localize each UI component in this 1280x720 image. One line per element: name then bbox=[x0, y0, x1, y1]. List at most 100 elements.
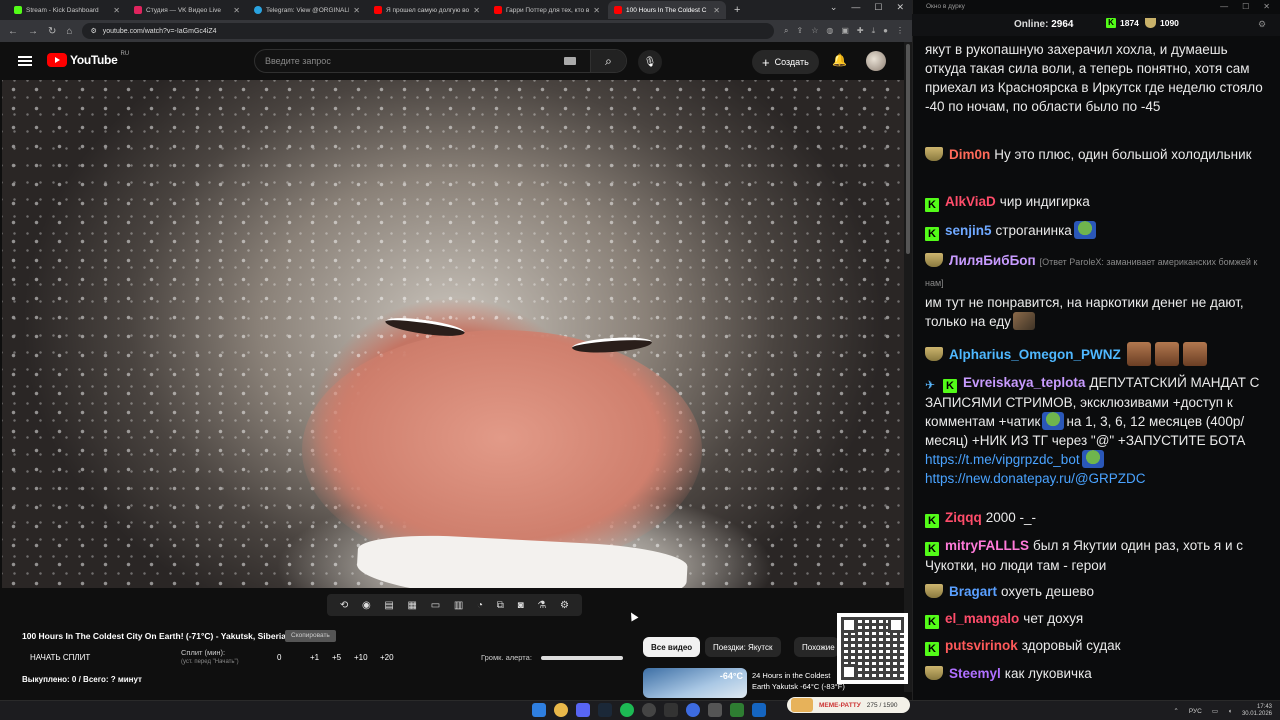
puzzle-icon[interactable]: ✚ bbox=[857, 26, 864, 36]
split-adjust-plus1[interactable]: +1 bbox=[310, 653, 319, 662]
scrollbar-thumb[interactable] bbox=[906, 44, 910, 254]
account-avatar[interactable] bbox=[866, 51, 886, 71]
maximize-icon[interactable]: ☐ bbox=[874, 2, 882, 13]
close-tab-icon[interactable]: ✕ bbox=[473, 6, 480, 15]
discord-icon[interactable] bbox=[576, 703, 590, 717]
chat-username[interactable]: el_mangalo bbox=[945, 611, 1019, 626]
donatepay-link[interactable]: https://new.donatepay.ru/@GRPZDC bbox=[925, 471, 1146, 486]
chat-username[interactable]: Dim0n bbox=[949, 147, 990, 162]
video-player[interactable] bbox=[2, 80, 904, 588]
youtube-logo[interactable]: YouTube RU bbox=[47, 51, 129, 67]
recommended-video-thumbnail[interactable]: -64°C bbox=[643, 668, 747, 698]
notifications-bell-icon[interactable]: 🔔 bbox=[832, 53, 847, 67]
gamepad-icon[interactable] bbox=[664, 703, 678, 717]
app-icon[interactable] bbox=[730, 703, 744, 717]
create-button[interactable]: + Создать bbox=[752, 50, 819, 74]
new-tab-button[interactable]: + bbox=[728, 4, 746, 16]
copy-badge[interactable]: Скопировать bbox=[285, 630, 336, 642]
recommended-video-title[interactable]: 24 Hours in the Coldest Earth Yakutsk -6… bbox=[752, 670, 847, 692]
network-icon[interactable]: ▭ bbox=[1212, 707, 1218, 715]
screenshot-icon[interactable]: ▤ bbox=[384, 600, 393, 611]
search-input[interactable] bbox=[255, 56, 564, 66]
tab-youtube-war[interactable]: Я прошел самую долгую войн ✕ bbox=[368, 1, 486, 19]
chat-username[interactable]: putsvirinok bbox=[945, 638, 1018, 653]
keyboard-icon[interactable] bbox=[564, 57, 576, 65]
search-button[interactable]: ⌕ bbox=[590, 50, 626, 72]
menu-dots-icon[interactable]: ⋮ bbox=[896, 26, 904, 36]
close-window-icon[interactable]: ✕ bbox=[1263, 2, 1270, 11]
steam-icon[interactable] bbox=[598, 703, 612, 717]
zoom-icon[interactable]: ⌕ bbox=[784, 26, 788, 36]
app-icon[interactable] bbox=[686, 703, 700, 717]
tab-kick-dashboard[interactable]: Stream - Kick Dashboard ✕ bbox=[8, 1, 126, 19]
split-adjust-plus20[interactable]: +20 bbox=[380, 653, 394, 662]
chat-username[interactable]: Steemyl bbox=[949, 666, 1001, 681]
split-adjust-plus5[interactable]: +5 bbox=[332, 653, 341, 662]
chat-username[interactable]: Bragart bbox=[949, 584, 997, 599]
chat-username[interactable]: Ziqqq bbox=[945, 510, 982, 525]
tab-youtube-potter[interactable]: Гарри Поттер для тех, кто вы ✕ bbox=[488, 1, 606, 19]
extension-icon[interactable]: ▣ bbox=[841, 26, 849, 36]
tab-telegram[interactable]: Telegram: View @ORGINALDAI✕ bbox=[248, 1, 366, 19]
reload-icon[interactable]: ↻ bbox=[48, 26, 56, 37]
chrome-icon[interactable] bbox=[554, 703, 568, 717]
telegram-bot-link[interactable]: https://t.me/vipgrpzdc_bot bbox=[925, 452, 1080, 467]
minimize-icon[interactable]: — bbox=[851, 2, 860, 13]
close-tab-icon[interactable]: ✕ bbox=[113, 6, 120, 15]
tab-youtube-yakutsk[interactable]: 100 Hours In The Coldest C ✕ bbox=[608, 1, 726, 19]
volume-icon[interactable]: ◖ bbox=[1228, 708, 1232, 715]
split-adjust-plus10[interactable]: +10 bbox=[354, 653, 368, 662]
address-bar[interactable]: ⚙ youtube.com/watch?v=-IaGmGc4iZ4 bbox=[82, 23, 774, 39]
theater-icon[interactable]: ▭ bbox=[431, 600, 440, 611]
page-scrollbar[interactable] bbox=[904, 42, 912, 692]
subtitles-icon[interactable]: ▥ bbox=[454, 600, 463, 611]
camera-icon[interactable]: ◙ bbox=[518, 600, 524, 611]
split-adjust-0[interactable]: 0 bbox=[277, 653, 281, 662]
gear-icon[interactable]: ⚙ bbox=[560, 600, 569, 611]
chat-username[interactable]: Evreiskaya_teplota bbox=[963, 375, 1085, 390]
back-arrow-icon[interactable]: ← bbox=[8, 26, 18, 37]
loop-icon[interactable]: ⟲ bbox=[340, 600, 348, 611]
voice-search-button[interactable]: 🎙 bbox=[638, 50, 662, 74]
clock[interactable]: 17:43 30.01.2026 bbox=[1242, 704, 1272, 718]
chat-username[interactable]: Alpharius_Omegon_PWNZ bbox=[949, 347, 1121, 362]
bookmark-star-icon[interactable]: ☆ bbox=[811, 26, 818, 36]
close-window-icon[interactable]: ✕ bbox=[896, 2, 904, 13]
forward-arrow-icon[interactable]: → bbox=[28, 26, 38, 37]
audio-icon[interactable]: ◉ bbox=[362, 600, 371, 611]
tab-vk-studio[interactable]: Студия — VK Видео Live ✕ bbox=[128, 1, 246, 19]
close-tab-icon[interactable]: ✕ bbox=[353, 6, 360, 15]
share-icon[interactable]: ⇪ bbox=[796, 26, 803, 36]
speed-icon[interactable]: ◔ bbox=[477, 600, 483, 611]
alert-volume-slider[interactable] bbox=[541, 656, 623, 660]
chat-username[interactable]: senjin5 bbox=[945, 223, 992, 238]
download-icon[interactable]: ⤓ bbox=[872, 26, 876, 36]
app-icon[interactable] bbox=[708, 703, 722, 717]
chip-yakutsk-trips[interactable]: Поездки: Якутск bbox=[705, 637, 781, 657]
close-tab-icon[interactable]: ✕ bbox=[593, 6, 600, 15]
extension-icon[interactable]: ◍ bbox=[826, 26, 833, 36]
close-tab-icon[interactable]: ✕ bbox=[233, 6, 240, 15]
chat-settings-gear-icon[interactable]: ⚙ bbox=[1258, 19, 1266, 30]
profile-icon[interactable]: ● bbox=[883, 26, 888, 36]
chip-all-videos[interactable]: Все видео bbox=[643, 637, 701, 657]
close-tab-icon[interactable]: ✕ bbox=[713, 6, 720, 15]
pip-icon[interactable]: ⧉ bbox=[497, 600, 504, 611]
film-icon[interactable]: ▦ bbox=[408, 600, 417, 611]
home-icon[interactable]: ⌂ bbox=[66, 26, 72, 37]
chat-username[interactable]: mitryFALLLS bbox=[945, 538, 1029, 553]
windows-start-icon[interactable] bbox=[532, 703, 546, 717]
chat-username[interactable]: AlkViaD bbox=[945, 194, 996, 209]
tray-chevron-icon[interactable]: ⌃ bbox=[1173, 707, 1178, 715]
site-info-icon[interactable]: ⚙ bbox=[90, 27, 96, 35]
tab-search-icon[interactable]: ⌄ bbox=[830, 2, 838, 13]
hamburger-menu-icon[interactable] bbox=[18, 56, 32, 66]
language-indicator[interactable]: РУС bbox=[1189, 708, 1202, 715]
spotify-icon[interactable] bbox=[620, 703, 634, 717]
obs-icon[interactable] bbox=[642, 703, 656, 717]
app-icon[interactable] bbox=[752, 703, 766, 717]
maximize-icon[interactable]: ☐ bbox=[1242, 2, 1249, 11]
lab-icon[interactable]: ⚗ bbox=[537, 600, 546, 611]
chat-username[interactable]: ЛиляБибБоп bbox=[949, 253, 1036, 268]
chip-similar[interactable]: Похожие bbox=[794, 637, 839, 657]
